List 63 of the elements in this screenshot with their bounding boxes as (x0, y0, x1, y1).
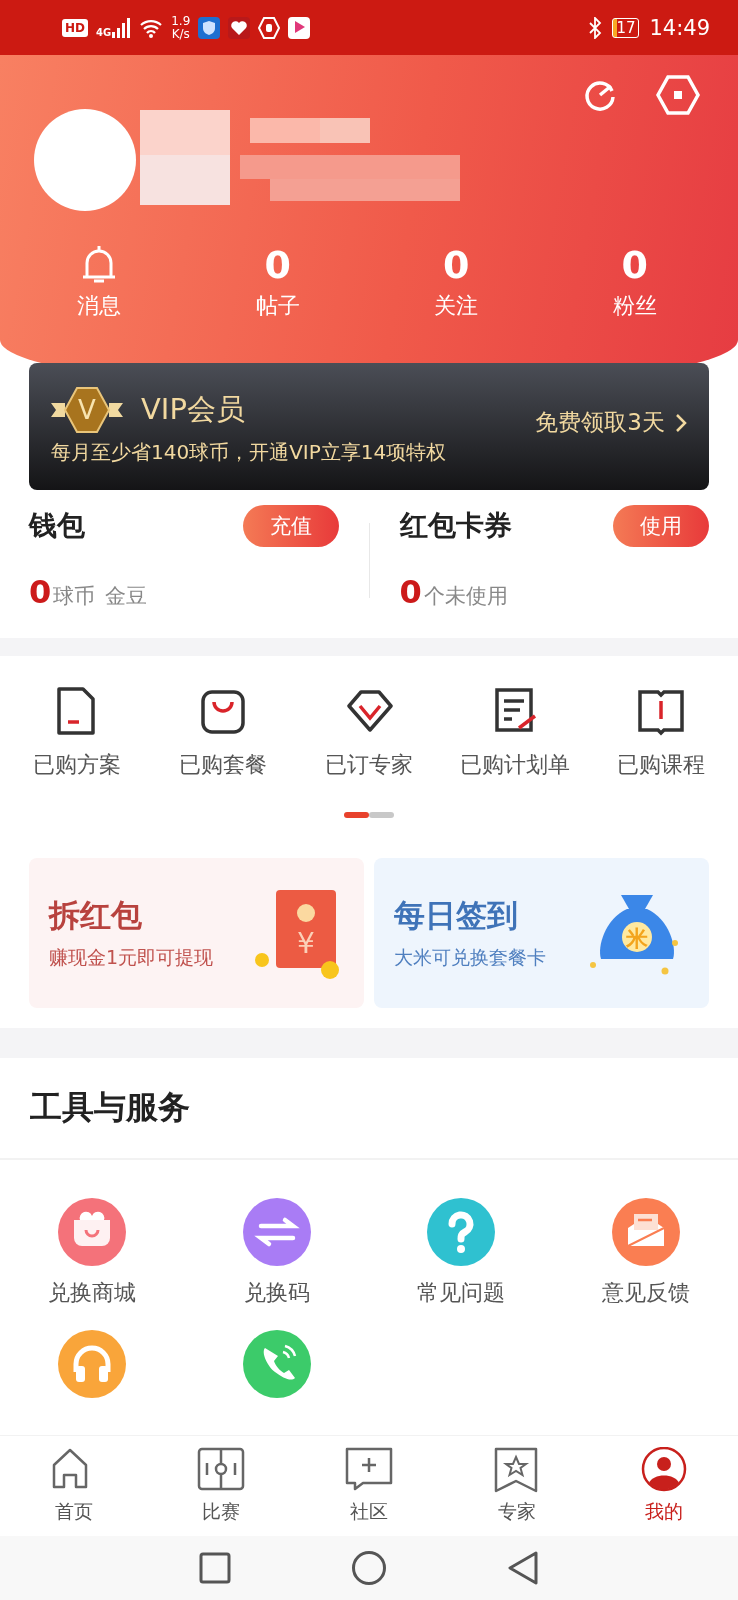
section-title: 工具与服务 (30, 1087, 190, 1128)
battery-level: 17 (612, 17, 640, 38)
promo-title: 拆红包 (49, 896, 143, 935)
vip-title: VIP会员 (141, 391, 245, 428)
recent-apps-icon[interactable] (199, 1552, 231, 1584)
basket-icon[interactable] (58, 1198, 127, 1266)
profile-icon (640, 1447, 689, 1493)
nav-tab[interactable]: 我的 (590, 1436, 738, 1536)
balance-unit: 球币 (53, 583, 96, 610)
promo-title: 每日签到 (394, 896, 519, 935)
signal-icon (111, 17, 132, 38)
network-type: 4G (96, 26, 112, 38)
recharge-button[interactable]: 充值 (242, 505, 339, 547)
stat-label[interactable]: 关注 (434, 291, 479, 321)
wifi-icon (139, 17, 164, 38)
stat-count: 0 (264, 243, 291, 287)
vip-description: 每月至少省140球币，开通VIP立享14项特权 (51, 439, 447, 466)
chat-plus-icon (345, 1447, 393, 1493)
shortcut-item[interactable]: 已购方案 (4, 686, 150, 780)
tool-label[interactable]: 兑换码 (243, 1278, 310, 1308)
headphones-icon[interactable] (58, 1330, 127, 1398)
tool-label[interactable]: 兑换商城 (48, 1278, 137, 1308)
shortcut-item[interactable]: 已购套餐 (150, 686, 296, 780)
shortcut-item[interactable]: 已购课程 (588, 686, 734, 780)
balance-count: 0 (29, 573, 52, 611)
use-button[interactable]: 使用 (613, 505, 709, 547)
bluetooth-icon (588, 16, 603, 39)
promo-card[interactable]: 每日签到 大米可兑换套餐卡 米 (374, 858, 709, 1008)
nav-tab[interactable]: 首页 (0, 1436, 148, 1536)
envelope-icon[interactable] (611, 1198, 680, 1266)
section-title: 红包卡券 (399, 508, 512, 544)
shortcut-item[interactable]: 已订专家 (296, 686, 442, 780)
question-icon[interactable] (427, 1198, 496, 1266)
free-trial-link[interactable]: 免费领取3天 (535, 407, 687, 438)
clock: 14:49 (649, 15, 710, 40)
stat-count: 0 (621, 243, 648, 287)
balance-count: 0 (399, 573, 422, 611)
tool-label[interactable]: 常见问题 (417, 1278, 506, 1308)
shield-icon (198, 16, 221, 39)
back-icon[interactable] (507, 1550, 539, 1586)
field-icon (197, 1447, 246, 1493)
section-title: 钱包 (29, 508, 85, 544)
tool-label[interactable]: 意见反馈 (601, 1278, 690, 1308)
hand-icon (258, 16, 281, 39)
promo-subtitle: 大米可兑换套餐卡 (394, 945, 546, 970)
balance-unit: 个未使用 (423, 583, 508, 610)
nav-tab[interactable]: 专家 (442, 1436, 591, 1536)
nav-tab[interactable]: 社区 (295, 1436, 443, 1536)
nav-tab[interactable]: 比赛 (147, 1436, 296, 1536)
stat-label[interactable]: 粉丝 (612, 291, 657, 321)
phone-icon[interactable] (242, 1330, 311, 1398)
promo-card[interactable]: 拆红包 赚现金1元即可提现 ¥ (29, 858, 364, 1008)
settings-icon[interactable] (656, 75, 700, 115)
exchange-icon[interactable] (242, 1198, 311, 1266)
hd-badge: HD (62, 18, 88, 37)
home-button-icon[interactable] (351, 1550, 387, 1586)
stat-count: 0 (443, 243, 470, 287)
network-speed: 1.9 K/s (171, 14, 191, 41)
shortcut-item[interactable]: 已购计划单 (442, 686, 588, 780)
video-app-icon (288, 16, 311, 39)
promo-subtitle: 赚现金1元即可提现 (49, 945, 214, 970)
chevron-icon (675, 412, 687, 433)
balance-unit: 金豆 (105, 583, 148, 610)
